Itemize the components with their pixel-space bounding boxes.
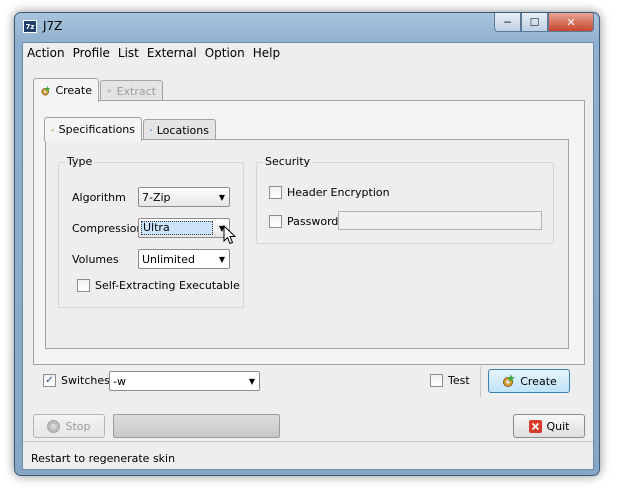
- switches-checkbox[interactable]: ✓: [43, 374, 56, 387]
- test-label: Test: [448, 374, 470, 387]
- menu-external[interactable]: External: [143, 43, 201, 63]
- chevron-down-icon: ▼: [218, 254, 226, 264]
- bar-chart-icon: [51, 128, 54, 131]
- compression-select[interactable]: Ultra ▼: [138, 218, 230, 238]
- folder-icon: [150, 129, 152, 131]
- maximize-button[interactable]: ☐: [521, 13, 548, 32]
- volumes-label: Volumes: [72, 253, 119, 266]
- header-encryption-label: Header Encryption: [287, 186, 390, 199]
- header-encryption-option[interactable]: Header Encryption: [269, 186, 390, 199]
- create-button-label: Create: [520, 374, 557, 388]
- algorithm-select[interactable]: 7-Zip ▼: [138, 187, 230, 207]
- volumes-value: Unlimited: [142, 252, 195, 266]
- tab-create[interactable]: Create: [33, 78, 99, 102]
- type-group: Type Algorithm 7-Zip ▼ Compression Ultra…: [58, 155, 244, 308]
- quit-icon: [528, 419, 542, 433]
- window-title: J7Z: [43, 19, 63, 33]
- tab-locations[interactable]: Locations: [143, 119, 216, 140]
- password-checkbox[interactable]: [269, 215, 282, 228]
- sfx-option[interactable]: Self-Extracting Executable: [77, 279, 240, 292]
- switches-select[interactable]: -w ▼: [109, 371, 260, 391]
- title-bar[interactable]: 7z J7Z ─ ☐ ✕: [15, 13, 599, 40]
- menu-help[interactable]: Help: [249, 43, 284, 63]
- tab-create-label: Create: [55, 84, 92, 97]
- create-button[interactable]: Create: [488, 369, 570, 393]
- menu-option[interactable]: Option: [201, 43, 249, 63]
- status-bar: Restart to regenerate skin: [23, 441, 593, 471]
- status-text: Restart to regenerate skin: [31, 452, 176, 465]
- algorithm-value: 7-Zip: [142, 190, 171, 204]
- chevron-down-icon: ▼: [218, 192, 226, 202]
- gear-icon: [107, 89, 112, 93]
- tab-locations-label: Locations: [156, 123, 209, 137]
- client-area: Action Profile List External Option Help…: [22, 42, 594, 470]
- create-panel: Specifications Locations Type Algorithm …: [33, 100, 585, 365]
- tab-extract-label: Extract: [116, 84, 156, 98]
- sfx-label: Self-Extracting Executable: [95, 279, 240, 292]
- switches-option[interactable]: ✓ Switches: [43, 374, 110, 387]
- stop-icon: [47, 419, 61, 433]
- password-option[interactable]: Password: [269, 215, 338, 228]
- toolbar-separator: [480, 367, 481, 397]
- maximize-icon: ☐: [529, 15, 540, 29]
- sfx-checkbox[interactable]: [77, 279, 90, 292]
- minimize-icon: ─: [504, 15, 511, 29]
- progress-bar: [113, 414, 280, 438]
- menu-action[interactable]: Action: [23, 43, 69, 63]
- compression-value: Ultra: [141, 221, 213, 235]
- tab-specifications[interactable]: Specifications: [44, 117, 142, 141]
- mouse-cursor-icon: [223, 225, 237, 245]
- menu-list[interactable]: List: [114, 43, 143, 63]
- compression-label: Compression: [72, 222, 144, 235]
- security-group-title: Security: [263, 155, 313, 168]
- type-group-title: Type: [65, 155, 95, 168]
- window-controls: ─ ☐ ✕: [494, 13, 594, 32]
- menu-profile[interactable]: Profile: [69, 43, 114, 63]
- test-option[interactable]: Test: [430, 374, 470, 387]
- close-button[interactable]: ✕: [548, 13, 594, 32]
- switches-label: Switches: [61, 374, 110, 387]
- volumes-select[interactable]: Unlimited ▼: [138, 249, 230, 269]
- chevron-down-icon: ▼: [248, 376, 256, 386]
- specifications-panel: Type Algorithm 7-Zip ▼ Compression Ultra…: [45, 139, 569, 349]
- password-field[interactable]: [338, 211, 542, 230]
- algorithm-label: Algorithm: [72, 191, 126, 204]
- tab-extract[interactable]: Extract: [100, 80, 163, 101]
- security-group: Security Header Encryption Password: [256, 155, 554, 244]
- app-window: 7z J7Z ─ ☐ ✕ Action Profile List Externa…: [14, 12, 600, 476]
- minimize-button[interactable]: ─: [494, 13, 521, 32]
- menu-bar: Action Profile List External Option Help: [23, 43, 593, 63]
- switches-value: -w: [113, 374, 126, 388]
- header-encryption-checkbox[interactable]: [269, 186, 282, 199]
- gear-star-icon: [41, 85, 51, 95]
- check-icon: ✓: [45, 374, 54, 386]
- stop-button[interactable]: Stop: [33, 414, 105, 438]
- stop-button-label: Stop: [65, 419, 91, 433]
- quit-button[interactable]: Quit: [513, 414, 585, 438]
- tab-specifications-label: Specifications: [58, 123, 135, 136]
- password-label: Password: [287, 215, 339, 228]
- test-checkbox[interactable]: [430, 374, 443, 387]
- app-icon: 7z: [23, 20, 37, 33]
- gear-star-icon: [503, 374, 516, 387]
- close-icon: ✕: [566, 15, 576, 29]
- quit-button-label: Quit: [546, 419, 570, 433]
